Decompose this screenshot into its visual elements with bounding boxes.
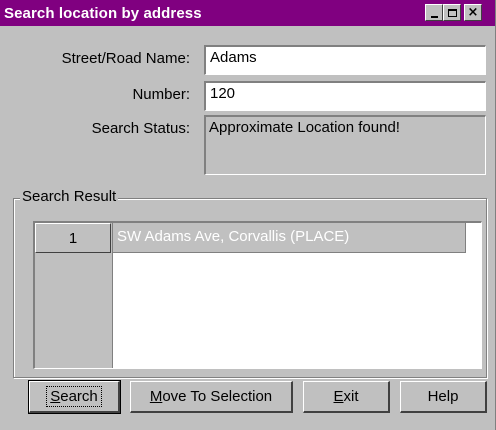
close-button[interactable]: ×	[464, 4, 482, 21]
search-result-title: Search Result	[20, 188, 119, 205]
search-mnemonic: S	[50, 388, 61, 405]
number-label: Number:	[132, 86, 190, 103]
move-label-rest: ove To Selection	[162, 388, 273, 405]
window-title: Search location by address	[4, 4, 202, 22]
exit-button-label: Exit	[333, 388, 358, 405]
exit-button[interactable]: Exit	[303, 381, 390, 413]
search-status-display: Approximate Location found!	[204, 115, 486, 175]
result-grid[interactable]: 1 SW Adams Ave, Corvallis (PLACE)	[33, 221, 482, 369]
street-input[interactable]: Adams	[204, 45, 486, 75]
move-button-label: Move To Selection	[150, 388, 272, 405]
search-label-rest: earch	[60, 388, 98, 405]
row-number[interactable]: 1	[35, 223, 111, 253]
result-row[interactable]: SW Adams Ave, Corvallis (PLACE)	[113, 223, 466, 253]
search-location-window: Search location by address × Street/Road…	[0, 0, 496, 430]
move-to-selection-button[interactable]: Move To Selection	[130, 381, 293, 413]
help-button-label: Help	[427, 388, 459, 405]
number-input[interactable]: 120	[204, 81, 486, 111]
close-icon: ×	[467, 5, 479, 20]
street-label: Street/Road Name:	[61, 50, 190, 67]
minimize-button[interactable]	[425, 4, 443, 21]
search-button[interactable]: Search	[28, 380, 121, 414]
title-bar[interactable]: Search location by address ×	[0, 0, 495, 26]
exit-mnemonic: E	[333, 388, 344, 405]
move-mnemonic: M	[149, 388, 163, 405]
status-label: Search Status:	[91, 120, 190, 137]
maximize-button[interactable]	[443, 4, 461, 21]
maximize-icon	[447, 8, 457, 17]
exit-label-rest: xit	[343, 388, 359, 405]
help-button[interactable]: Help	[400, 381, 487, 413]
minimize-icon	[430, 15, 438, 18]
search-button-label: Search	[46, 386, 102, 407]
